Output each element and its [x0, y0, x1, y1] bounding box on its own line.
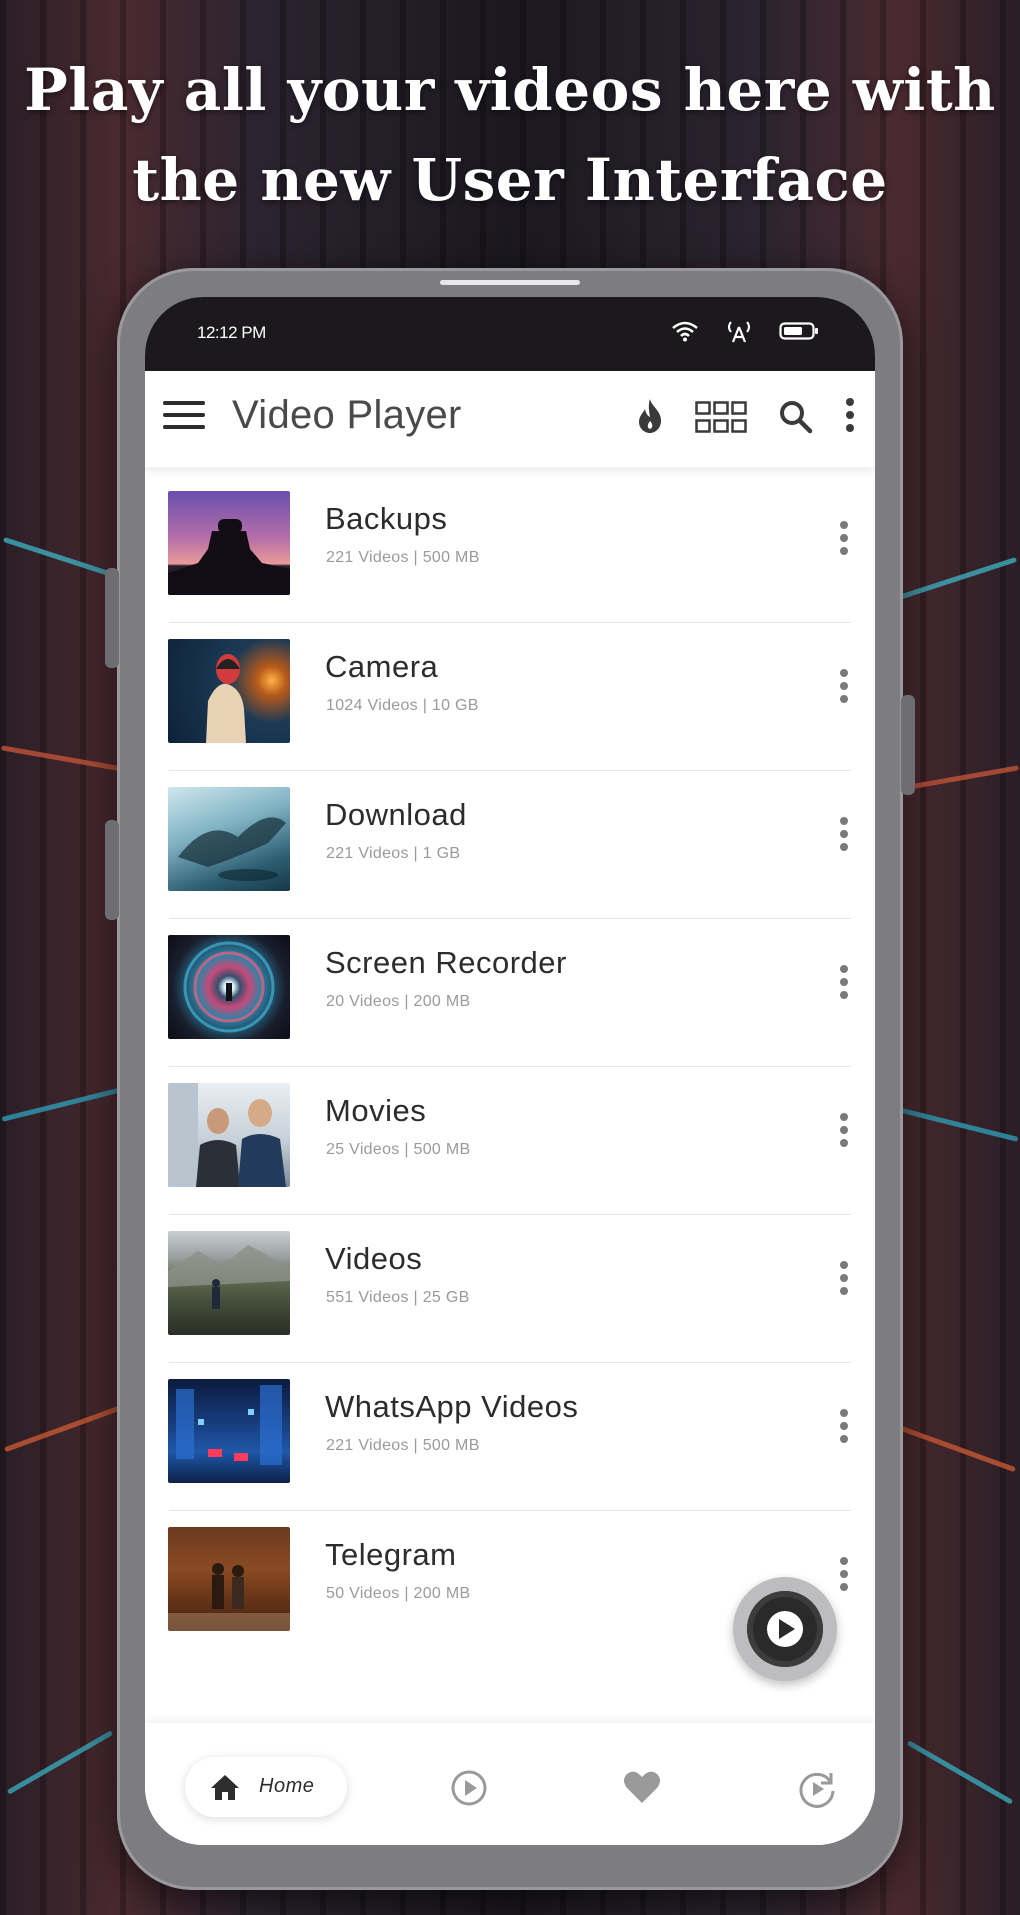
folder-thumbnail: [168, 491, 290, 595]
folder-thumbnail: [168, 1231, 290, 1335]
folder-meta: 221 Videos | 500 MB: [326, 1437, 480, 1454]
play-fab[interactable]: [733, 1577, 837, 1681]
more-vertical-icon[interactable]: [845, 397, 855, 438]
folder-meta: 551 Videos | 25 GB: [326, 1289, 470, 1306]
play-icon: [747, 1591, 823, 1667]
more-vertical-icon[interactable]: [839, 1557, 849, 1597]
search-icon[interactable]: [778, 399, 814, 440]
nav-home-label: Home: [259, 1775, 315, 1797]
folder-meta: 1024 Videos | 10 GB: [326, 697, 479, 714]
app-title: Video Player: [232, 393, 462, 437]
phone-side-button: [901, 695, 915, 795]
more-vertical-icon[interactable]: [839, 1409, 849, 1449]
status-icons: [671, 319, 819, 348]
more-vertical-icon[interactable]: [839, 669, 849, 709]
folder-name: Backups: [325, 501, 448, 536]
app-bar: Video Player: [145, 371, 875, 467]
folder-thumbnail: [168, 1527, 290, 1631]
phone-speaker: [440, 280, 580, 285]
phone-side-button: [105, 568, 119, 668]
more-vertical-icon[interactable]: [839, 1261, 849, 1301]
home-icon: [209, 1773, 241, 1806]
grid-view-icon[interactable]: [695, 401, 747, 438]
status-bar: 12:12 PM: [145, 297, 875, 371]
status-time: 12:12 PM: [197, 323, 266, 342]
antenna-icon: [725, 319, 753, 348]
bottom-nav: Home: [145, 1723, 875, 1845]
list-item[interactable]: Backups 221 Videos | 500 MB: [145, 475, 875, 623]
folder-thumbnail: [168, 1083, 290, 1187]
play-circle-icon[interactable]: [450, 1769, 488, 1812]
folder-name: WhatsApp Videos: [325, 1389, 579, 1424]
list-item[interactable]: Download 221 Videos | 1 GB: [145, 771, 875, 919]
folder-thumbnail: [168, 787, 290, 891]
folder-name: Screen Recorder: [325, 945, 567, 980]
folder-name: Videos: [325, 1241, 423, 1276]
refresh-play-icon[interactable]: [797, 1769, 837, 1814]
phone-side-button: [105, 820, 119, 920]
folder-thumbnail: [168, 639, 290, 743]
headline-line-2: the new User Interface: [132, 146, 888, 214]
light-streak: [6, 1730, 114, 1795]
more-vertical-icon[interactable]: [839, 817, 849, 857]
list-item[interactable]: Movies 25 Videos | 500 MB: [145, 1067, 875, 1215]
more-vertical-icon[interactable]: [839, 1113, 849, 1153]
folder-meta: 20 Videos | 200 MB: [326, 993, 471, 1010]
folder-meta: 221 Videos | 1 GB: [326, 845, 461, 862]
list-item[interactable]: Videos 551 Videos | 25 GB: [145, 1215, 875, 1363]
headline-line-1: Play all your videos here with: [24, 56, 996, 124]
folder-meta: 50 Videos | 200 MB: [326, 1585, 471, 1602]
folder-thumbnail: [168, 935, 290, 1039]
menu-icon[interactable]: [163, 401, 205, 437]
light-streak: [906, 1740, 1014, 1805]
folder-name: Download: [325, 797, 467, 832]
more-vertical-icon[interactable]: [839, 965, 849, 1005]
folder-meta: 25 Videos | 500 MB: [326, 1141, 471, 1158]
folder-list: Backups 221 Videos | 500 MB Camera 1024 …: [145, 475, 875, 1659]
folder-name: Telegram: [325, 1537, 457, 1572]
list-item[interactable]: WhatsApp Videos 221 Videos | 500 MB: [145, 1363, 875, 1511]
flame-icon[interactable]: [635, 397, 665, 440]
wifi-icon: [671, 320, 699, 347]
nav-home[interactable]: Home: [185, 1757, 347, 1817]
folder-name: Camera: [325, 649, 439, 684]
list-item[interactable]: Camera 1024 Videos | 10 GB: [145, 623, 875, 771]
phone-screen: 12:12 PM Video Player Backups 221 Videos…: [145, 297, 875, 1845]
folder-meta: 221 Videos | 500 MB: [326, 549, 480, 566]
battery-icon: [779, 321, 819, 346]
list-item[interactable]: Screen Recorder 20 Videos | 200 MB: [145, 919, 875, 1067]
heart-icon[interactable]: [623, 1769, 661, 1810]
more-vertical-icon[interactable]: [839, 521, 849, 561]
promo-headline: Play all your videos here with the new U…: [0, 45, 1020, 225]
folder-thumbnail: [168, 1379, 290, 1483]
folder-name: Movies: [325, 1093, 427, 1128]
